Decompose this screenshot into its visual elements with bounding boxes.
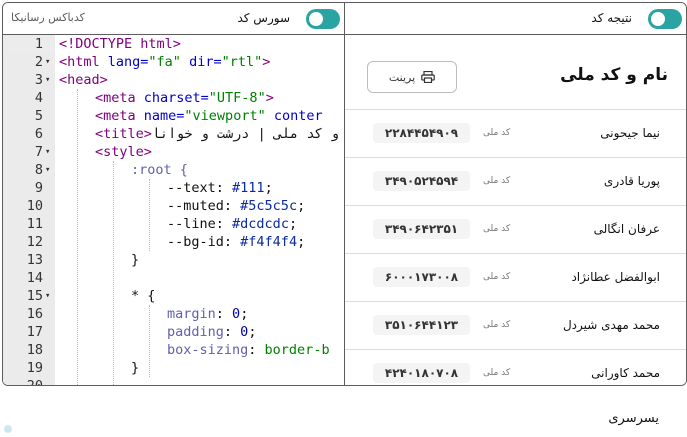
result-view: نام و کد ملی پرینت نیما جیحونی کد ملی ۲۲۸۴… <box>345 35 686 385</box>
code-line-13: } <box>3 251 344 269</box>
brace-token: } <box>131 252 140 268</box>
page-title: نام و کد ملی <box>560 65 668 85</box>
person-row: پوریا قادری کد ملی ۳۴۹۰۵۲۴۵۹۴ <box>345 157 686 206</box>
value-token: #f4f4f4 <box>240 234 298 250</box>
code-line-6: <title>نام و کد ملی | درشت و خوانا <box>3 125 344 143</box>
tag-token: > <box>265 90 274 106</box>
national-id-value: ۴۲۴۰۱۸۰۷۰۸ <box>373 363 470 383</box>
tag-token: <meta <box>95 108 136 124</box>
person-row: محمد کاورانی کد ملی ۴۲۴۰۱۸۰۷۰۸ <box>345 349 686 385</box>
property-token: box-sizing <box>167 342 249 358</box>
tag-token: <title> <box>95 126 152 142</box>
id-label: کد ملی <box>483 368 511 378</box>
result-pane: نتیجه کد نام و کد ملی پرینت نیما جیحونی ک… <box>344 3 686 385</box>
code-line-10: --muted: #5c5c5c; <box>167 198 306 214</box>
national-id-value: ۳۴۹۰۶۴۲۳۵۱ <box>373 219 470 239</box>
source-toggle[interactable] <box>306 9 340 29</box>
print-button[interactable]: پرینت <box>367 61 457 93</box>
source-pane: کدباکس رسانیکا سورس کد 1 2 ▾ 3 ▾ 4 5 6 7 ▾ 8 ▾ 9 10 11… <box>3 3 344 385</box>
tag-token: > <box>262 54 271 70</box>
attr-token: dir= <box>180 54 222 70</box>
printer-icon <box>421 71 435 83</box>
footer-label: یسرسری <box>608 411 659 426</box>
selector-token: :root { <box>131 162 188 178</box>
code-line-3: <head> <box>3 71 344 89</box>
person-name: ابوالفضل عطانژاد <box>571 270 660 284</box>
result-toggle[interactable] <box>648 9 682 29</box>
property-token: margin <box>167 306 216 322</box>
code-line-18: box-sizing: border-b <box>167 342 330 358</box>
code-box: کدباکس رسانیکا سورس کد 1 2 ▾ 3 ▾ 4 5 6 7 ▾ 8 ▾ 9 10 11… <box>2 2 687 386</box>
line-number: 20 <box>3 377 43 385</box>
tag-token: <head> <box>59 72 108 88</box>
codebox-link[interactable]: کدباکس رسانیکا <box>11 11 85 24</box>
string-token: "UTF-8" <box>208 90 266 106</box>
property-token: --bg-id <box>167 234 224 250</box>
person-row: ابوالفضل عطانژاد کد ملی ۶۰۰۰۱۷۳۰۰۸ <box>345 253 686 302</box>
gutter-line: 20 <box>3 377 55 385</box>
person-row: محمد مهدی شیردل کد ملی ۳۵۱۰۶۴۴۱۲۳ <box>345 301 686 350</box>
value-token: #111 <box>232 180 265 196</box>
code-line-8: :root { <box>3 161 344 179</box>
id-label: کد ملی <box>483 224 511 234</box>
value-token: border-b <box>264 342 330 358</box>
property-token: --line <box>167 216 216 232</box>
code-line-7: <style> <box>3 143 344 161</box>
person-name: عرفان انگالی <box>593 222 660 236</box>
code-line-5: <meta name="viewport" conter <box>3 107 344 125</box>
result-toggle-label: نتیجه کد <box>591 11 632 25</box>
code-line-4: <meta charset="UTF-8"> <box>3 89 344 107</box>
source-pane-header: کدباکس رسانیکا سورس کد <box>3 3 344 35</box>
person-name: محمد مهدی شیردل <box>562 318 660 332</box>
doctype-token: <!DOCTYPE html> <box>59 36 181 52</box>
property-token: padding <box>167 324 224 340</box>
tag-token: <style> <box>95 144 152 160</box>
tag-token: <meta <box>95 90 136 106</box>
national-id-value: ۳۴۹۰۵۲۴۵۹۴ <box>373 171 470 191</box>
tag-token: <html <box>59 54 100 70</box>
id-label: کد ملی <box>483 128 511 138</box>
national-id-value: ۶۰۰۰۱۷۳۰۰۸ <box>373 267 470 287</box>
property-token: --muted <box>167 198 224 214</box>
code-line-2: <html lang="fa" dir="rtl"> <box>3 53 344 71</box>
person-name: محمد کاورانی <box>591 366 660 380</box>
attr-token: name= <box>135 108 185 124</box>
attr-token: charset= <box>135 90 209 106</box>
id-label: کد ملی <box>483 272 511 282</box>
code-line-16: margin: 0; <box>167 306 249 322</box>
result-pane-header: نتیجه کد <box>345 3 686 35</box>
code-line-1: <!DOCTYPE html> <box>3 35 344 53</box>
code-line-15: * { <box>3 287 344 305</box>
code-line-11: --line: #dcdcdc; <box>167 216 298 232</box>
print-label: پرینت <box>388 70 416 84</box>
brace-token: } <box>131 360 140 376</box>
id-label: کد ملی <box>483 320 511 330</box>
code-line-12: --bg-id: #f4f4f4; <box>167 234 306 250</box>
person-row: عرفان انگالی کد ملی ۳۴۹۰۶۴۲۳۵۱ <box>345 205 686 254</box>
source-toggle-label: سورس کد <box>237 11 290 25</box>
value-token: #5c5c5c <box>240 198 298 214</box>
national-id-value: ۲۲۸۴۴۵۴۹۰۹ <box>373 123 470 143</box>
attr-token: lang= <box>99 54 149 70</box>
code-line-9: --text: #111; <box>167 180 273 196</box>
attr-token: conter <box>265 108 323 124</box>
string-token: "fa" <box>148 54 181 70</box>
person-row: نیما جیحونی کد ملی ۲۲۸۴۴۵۴۹۰۹ <box>345 109 686 158</box>
string-token: "rtl" <box>221 54 263 70</box>
id-label: کد ملی <box>483 176 511 186</box>
code-line-19: } <box>3 359 344 377</box>
national-id-value: ۳۵۱۰۶۴۴۱۲۳ <box>373 315 470 335</box>
property-token: --text <box>167 180 216 196</box>
person-name: پوریا قادری <box>603 174 660 188</box>
value-token: #dcdcdc <box>232 216 289 232</box>
string-token: "viewport" <box>184 108 266 124</box>
code-editor[interactable]: 12▾3▾4567▾8▾9101112131415▾1617181920 <!D… <box>3 35 344 385</box>
value-token: 0 <box>232 306 241 322</box>
selector-token: * { <box>131 288 156 304</box>
code-line-17: padding: 0; <box>167 324 257 340</box>
title-text-token: نام و کد ملی | درشت و خوانا <box>151 126 339 142</box>
corner-logo-icon <box>4 425 12 433</box>
person-name: نیما جیحونی <box>600 126 660 140</box>
